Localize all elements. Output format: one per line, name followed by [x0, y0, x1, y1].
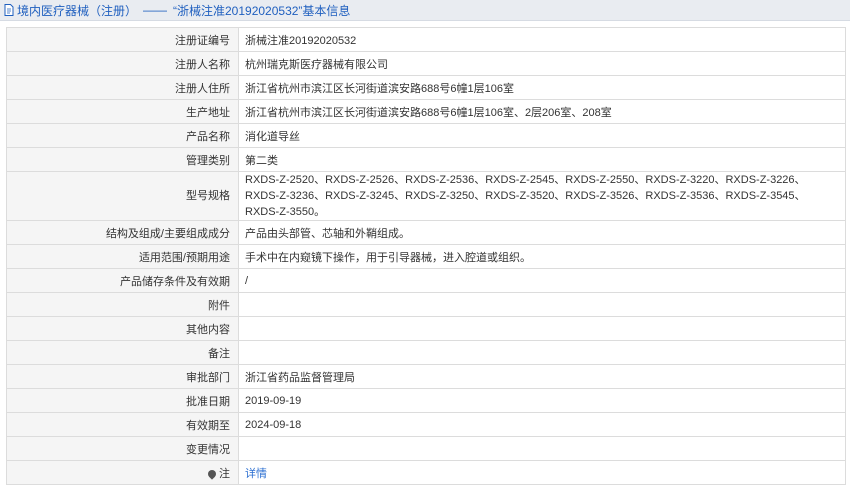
row-value: 杭州瑞克斯医疗器械有限公司: [238, 51, 846, 76]
row-label: 备注: [6, 340, 239, 365]
table-row: 批准日期 2019-09-19: [6, 388, 846, 413]
row-value: [238, 436, 846, 461]
table-row: 型号规格 RXDS-Z-2520、RXDS-Z-2526、RXDS-Z-2536…: [6, 171, 846, 221]
table-row: 注册证编号 浙械注准20192020532: [6, 27, 846, 52]
row-value: RXDS-Z-2520、RXDS-Z-2526、RXDS-Z-2536、RXDS…: [238, 171, 846, 221]
table-row: 注 详情: [6, 460, 846, 485]
row-label: 注册人住所: [6, 75, 239, 100]
row-value: 手术中在内窥镜下操作，用于引导器械，进入腔道或组织。: [238, 244, 846, 269]
row-label: 型号规格: [6, 171, 239, 221]
row-value: 浙江省药品监督管理局: [238, 364, 846, 389]
table-row: 产品储存条件及有效期 /: [6, 268, 846, 293]
table-row: 产品名称 消化道导丝: [6, 123, 846, 148]
info-table: 注册证编号 浙械注准20192020532 注册人名称 杭州瑞克斯医疗器械有限公…: [6, 27, 846, 485]
info-table-container: 注册证编号 浙械注准20192020532 注册人名称 杭州瑞克斯医疗器械有限公…: [6, 27, 846, 485]
row-label: 附件: [6, 292, 239, 317]
table-row: 有效期至 2024-09-18: [6, 412, 846, 437]
row-value: 2024-09-18: [238, 412, 846, 437]
row-label: 注: [219, 467, 230, 480]
details-link[interactable]: 详情: [245, 468, 267, 480]
table-row: 结构及组成/主要组成成分 产品由头部管、芯轴和外鞘组成。: [6, 220, 846, 245]
table-row: 其他内容: [6, 316, 846, 341]
row-label: 有效期至: [6, 412, 239, 437]
row-label: 变更情况: [6, 436, 239, 461]
row-label: 生产地址: [6, 99, 239, 124]
table-row: 注册人名称 杭州瑞克斯医疗器械有限公司: [6, 51, 846, 76]
row-value: 消化道导丝: [238, 123, 846, 148]
row-label: 审批部门: [6, 364, 239, 389]
page-title: “浙械注准20192020532”基本信息: [173, 3, 351, 18]
row-value: 浙江省杭州市滨江区长河街道滨安路688号6幢1层106室、2层206室、208室: [238, 99, 846, 124]
table-row: 注册人住所 浙江省杭州市滨江区长河街道滨安路688号6幢1层106室: [6, 75, 846, 100]
row-value: [238, 292, 846, 317]
row-value-cell: 详情: [238, 460, 846, 485]
row-label: 适用范围/预期用途: [6, 244, 239, 269]
row-value: 第二类: [238, 147, 846, 172]
row-label: 批准日期: [6, 388, 239, 413]
row-label: 注册证编号: [6, 27, 239, 52]
table-row: 审批部门 浙江省药品监督管理局: [6, 364, 846, 389]
table-row: 备注: [6, 340, 846, 365]
row-value: 浙械注准20192020532: [238, 27, 846, 52]
row-value: 2019-09-19: [238, 388, 846, 413]
row-value: 产品由头部管、芯轴和外鞘组成。: [238, 220, 846, 245]
row-value: /: [238, 268, 846, 293]
table-row: 生产地址 浙江省杭州市滨江区长河街道滨安路688号6幢1层106室、2层206室…: [6, 99, 846, 124]
pin-icon: [206, 467, 218, 480]
title-bar: 境内医疗器械（注册） —— “浙械注准20192020532”基本信息: [0, 0, 850, 21]
row-label: 其他内容: [6, 316, 239, 341]
title-separator: ——: [143, 3, 168, 17]
breadcrumb[interactable]: 境内医疗器械（注册）: [17, 2, 137, 19]
row-label: 管理类别: [6, 147, 239, 172]
table-row: 附件: [6, 292, 846, 317]
row-label: 产品储存条件及有效期: [6, 268, 239, 293]
row-value: [238, 340, 846, 365]
row-label: 产品名称: [6, 123, 239, 148]
row-value: [238, 316, 846, 341]
note-label-cell: 注: [6, 460, 239, 485]
row-value: 浙江省杭州市滨江区长河街道滨安路688号6幢1层106室: [238, 75, 846, 100]
table-row: 变更情况: [6, 436, 846, 461]
row-label: 注册人名称: [6, 51, 239, 76]
document-icon: [4, 4, 14, 16]
table-row: 管理类别 第二类: [6, 147, 846, 172]
row-label: 结构及组成/主要组成成分: [6, 220, 239, 245]
table-row: 适用范围/预期用途 手术中在内窥镜下操作，用于引导器械，进入腔道或组织。: [6, 244, 846, 269]
